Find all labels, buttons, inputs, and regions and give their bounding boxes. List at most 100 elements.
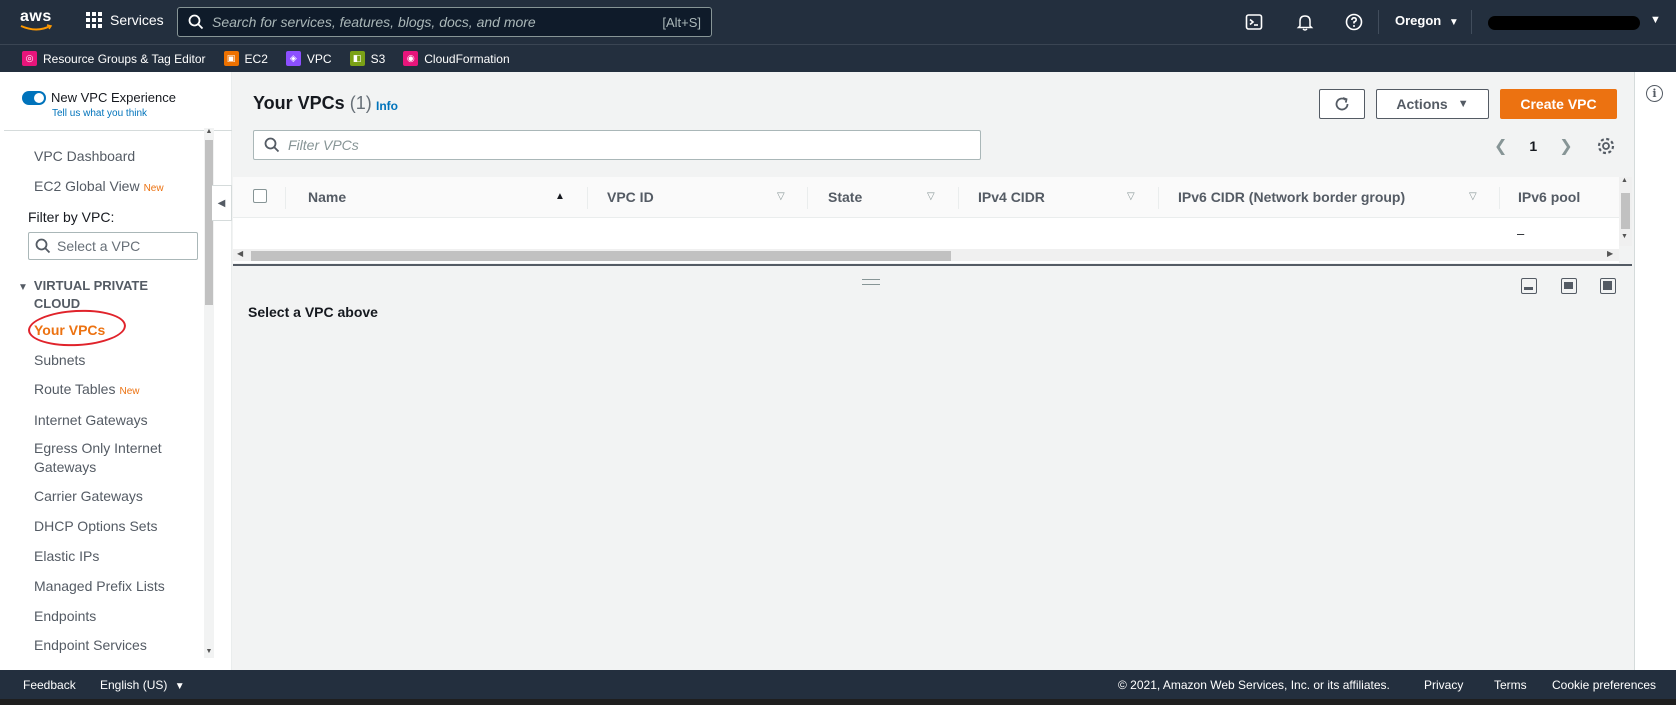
cookie-preferences-link[interactable]: Cookie preferences <box>1552 678 1656 692</box>
feedback-link[interactable]: Tell us what you think <box>52 108 176 119</box>
favorite-ec2[interactable]: ▣ EC2 <box>223 51 268 66</box>
aws-logo[interactable]: aws <box>20 8 56 36</box>
table-row[interactable]: – <box>233 218 1619 245</box>
ipv6-pool-cell: – <box>1517 226 1525 241</box>
services-label: Services <box>110 12 164 28</box>
scroll-down-icon[interactable]: ▼ <box>1621 233 1628 240</box>
help-icon[interactable] <box>1344 12 1364 32</box>
column-header-ipv4-cidr[interactable]: IPv4 CIDR <box>978 189 1045 205</box>
notifications-bell-icon[interactable] <box>1295 12 1315 32</box>
new-experience-toggle[interactable] <box>22 91 46 105</box>
feedback-link[interactable]: Feedback <box>23 678 76 692</box>
actions-label: Actions <box>1396 96 1448 112</box>
scrollbar-thumb[interactable] <box>205 140 213 305</box>
account-menu[interactable]: ▼ <box>1488 14 1661 30</box>
column-header-ipv6-pool[interactable]: IPv6 pool <box>1518 189 1580 205</box>
refresh-icon <box>1335 97 1349 111</box>
scrollbar-thumb[interactable] <box>251 251 951 261</box>
search-shortcut: [Alt+S] <box>662 14 701 30</box>
scrollbar-thumb[interactable] <box>1621 193 1630 229</box>
sidebar-item-endpoint-services[interactable]: Endpoint Services <box>34 637 147 653</box>
column-header-state[interactable]: State <box>828 189 862 205</box>
cloudshell-icon[interactable] <box>1244 12 1264 32</box>
sidebar-item-label: Route Tables <box>34 381 116 397</box>
sidebar-item-egress-only-internet[interactable]: Egress Only Internet <box>34 440 162 456</box>
services-menu[interactable]: Services <box>86 12 164 28</box>
sidebar-item-dhcp-options-sets[interactable]: DHCP Options Sets <box>34 518 157 534</box>
sidebar-item-vpc-dashboard[interactable]: VPC Dashboard <box>34 148 135 164</box>
sidebar: New VPC Experience Tell us what you thin… <box>4 72 232 670</box>
services-grid-icon <box>86 12 102 28</box>
sidebar-item-subnets[interactable]: Subnets <box>34 352 85 368</box>
scroll-up-icon[interactable]: ▲ <box>1621 177 1628 184</box>
caret-down-icon: ▼ <box>1457 98 1469 110</box>
sort-ascending-icon[interactable]: ▲ <box>555 191 565 202</box>
current-page[interactable]: 1 <box>1529 138 1537 154</box>
terms-link[interactable]: Terms <box>1494 678 1527 692</box>
favorite-s3[interactable]: ◧ S3 <box>349 51 385 66</box>
select-all-checkbox[interactable] <box>253 189 267 203</box>
sort-icon[interactable]: ▽ <box>1127 191 1135 202</box>
column-divider <box>587 187 588 209</box>
footer: Feedback English (US) ▼ © 2021, Amazon W… <box>0 670 1676 699</box>
favorite-label: Resource Groups & Tag Editor <box>43 51 206 66</box>
column-divider <box>285 187 286 209</box>
sidebar-item-elastic-ips[interactable]: Elastic IPs <box>34 548 99 564</box>
info-icon[interactable]: i <box>1646 85 1663 102</box>
sidebar-item-internet-gateways[interactable]: Internet Gateways <box>34 412 148 428</box>
sidebar-item-your-vpcs[interactable]: Your VPCs <box>34 322 105 338</box>
sort-icon[interactable]: ▽ <box>927 191 935 202</box>
split-side-icon[interactable] <box>1561 278 1577 294</box>
table-horizontal-scrollbar[interactable]: ◀ ▶ <box>233 249 1619 261</box>
favorite-resource-groups-tag-editor[interactable]: ◎ Resource Groups & Tag Editor <box>22 51 206 66</box>
favorite-label: VPC <box>306 51 332 66</box>
sidebar-item-managed-prefix-lists[interactable]: Managed Prefix Lists <box>34 578 165 594</box>
privacy-link[interactable]: Privacy <box>1424 678 1463 692</box>
language-selector[interactable]: English (US) ▼ <box>100 678 185 692</box>
chevron-right-icon[interactable]: ❯ <box>1559 136 1572 156</box>
create-vpc-button[interactable]: Create VPC <box>1500 89 1617 119</box>
column-header-ipv6-cidr[interactable]: IPv6 CIDR (Network border group) <box>1178 189 1405 205</box>
column-header-vpc-id[interactable]: VPC ID <box>607 189 654 205</box>
info-link[interactable]: Info <box>376 99 398 113</box>
collapse-sidebar-button[interactable]: ◀ <box>212 185 232 221</box>
sidebar-item-route-tables[interactable]: Route Tables New <box>34 381 139 397</box>
search-icon <box>264 137 280 153</box>
global-search-input[interactable]: Search for services, features, blogs, do… <box>177 7 712 37</box>
table-vertical-scrollbar[interactable]: ▲ ▼ <box>1619 177 1632 246</box>
chevron-down-icon: ▼ <box>1650 14 1661 26</box>
sidebar-item-label: Carrier Gateways <box>34 488 143 504</box>
scroll-right-icon[interactable]: ▶ <box>1607 249 1613 258</box>
scroll-up-icon[interactable]: ▲ <box>204 128 214 135</box>
scroll-left-icon[interactable]: ◀ <box>237 249 243 258</box>
section-virtual-private-cloud[interactable]: ▼ VIRTUAL PRIVATE CLOUD <box>18 278 148 311</box>
scroll-down-icon[interactable]: ▼ <box>204 648 214 655</box>
gear-icon[interactable] <box>1596 136 1616 156</box>
new-badge: New <box>119 386 140 397</box>
service-icon: ◉ <box>403 51 419 66</box>
sidebar-item-label: Egress Only Internet <box>34 440 162 456</box>
favorite-cloudformation[interactable]: ◉ CloudFormation <box>403 51 510 66</box>
sort-icon[interactable]: ▽ <box>1469 191 1477 202</box>
column-divider <box>1158 187 1159 209</box>
actions-dropdown-button[interactable]: Actions ▼ <box>1376 89 1489 119</box>
favorite-label: EC2 <box>244 51 268 66</box>
favorite-vpc[interactable]: ◈ VPC <box>285 51 332 66</box>
sort-icon[interactable]: ▽ <box>777 191 785 202</box>
column-header-name[interactable]: Name <box>308 189 346 205</box>
sidebar-item-gateways[interactable]: Gateways <box>34 459 96 475</box>
sidebar-item-endpoints[interactable]: Endpoints <box>34 608 96 624</box>
sidebar-item-label: VPC Dashboard <box>34 148 136 164</box>
region-selector[interactable]: Oregon ▼ <box>1395 13 1459 28</box>
filter-vpcs-input[interactable]: Filter VPCs <box>253 130 981 160</box>
sidebar-item-ec2-global-view[interactable]: EC2 Global View New <box>34 178 164 194</box>
chevron-left-icon[interactable]: ❮ <box>1494 136 1507 156</box>
vpc-filter-select[interactable]: Select a VPC <box>28 232 198 260</box>
split-full-icon[interactable] <box>1600 278 1616 294</box>
refresh-button[interactable] <box>1319 89 1365 119</box>
sidebar-item-carrier-gateways[interactable]: Carrier Gateways <box>34 488 143 504</box>
split-panel-drag-handle[interactable] <box>862 279 880 285</box>
split-bottom-icon[interactable] <box>1521 278 1537 294</box>
column-divider <box>1499 187 1500 209</box>
section-title-line: VIRTUAL PRIVATE <box>33 278 149 293</box>
